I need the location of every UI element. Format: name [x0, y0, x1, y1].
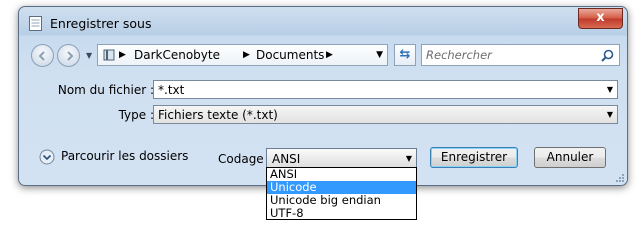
- close-button[interactable]: x: [578, 8, 623, 29]
- forward-button[interactable]: [57, 44, 80, 67]
- cancel-button[interactable]: Annuler: [534, 147, 606, 168]
- recent-pages-dropdown-icon[interactable]: ▼: [86, 51, 92, 60]
- breadcrumb-separator-icon[interactable]: ▶: [243, 50, 250, 60]
- back-arrow-icon: [38, 51, 45, 61]
- folder-icon: [103, 49, 115, 61]
- browse-folders-label[interactable]: Parcourir les dossiers: [61, 149, 188, 163]
- search-input[interactable]: [426, 47, 596, 63]
- back-button[interactable]: [31, 44, 54, 67]
- notepad-icon: [29, 16, 42, 31]
- breadcrumb-separator-icon[interactable]: ▶: [119, 50, 126, 60]
- file-type-select[interactable]: Fichiers texte (*.txt) ▼: [153, 105, 618, 124]
- save-button[interactable]: Enregistrer: [430, 147, 518, 168]
- encoding-option[interactable]: UTF-8: [267, 207, 416, 220]
- address-bar[interactable]: ▶ DarkCenobyte ▶ Documents ▶ ▼: [97, 44, 388, 66]
- chevron-down-icon[interactable]: ▼: [406, 154, 412, 163]
- dialog-title: Enregistrer sous: [50, 16, 152, 31]
- encoding-dropdown-list: ANSI Unicode Unicode big endian UTF-8: [266, 167, 417, 220]
- file-fields: Nom du fichier : *.txt ▼ Type : Fichiers…: [26, 74, 620, 132]
- resize-grip-icon[interactable]: [614, 172, 624, 182]
- encoding-label: Codage :: [218, 152, 272, 166]
- search-box[interactable]: [421, 44, 620, 66]
- chevron-down-icon[interactable]: ▼: [607, 85, 613, 94]
- forward-arrow-icon: [67, 51, 74, 61]
- file-type-value[interactable]: Fichiers texte (*.txt): [158, 108, 278, 122]
- breadcrumb-item[interactable]: Documents: [256, 48, 324, 62]
- refresh-button[interactable]: ⇆: [394, 44, 416, 66]
- expand-folders-button[interactable]: [39, 149, 55, 165]
- search-icon[interactable]: [601, 49, 614, 62]
- refresh-icon: ⇆: [399, 47, 411, 62]
- save-as-dialog: Enregistrer sous x ▼ ▶ DarkCenobyte ▶ Do…: [18, 6, 628, 186]
- chevron-down-icon[interactable]: ▼: [607, 110, 613, 119]
- filename-label: Nom du fichier :: [57, 83, 154, 97]
- breadcrumb-separator-icon[interactable]: ▶: [326, 50, 333, 60]
- breadcrumb-item[interactable]: DarkCenobyte: [134, 48, 220, 62]
- filename-input[interactable]: *.txt ▼: [153, 80, 618, 99]
- type-label: Type :: [118, 108, 154, 122]
- filename-value[interactable]: *.txt: [158, 83, 184, 97]
- encoding-select[interactable]: ANSI ▼: [266, 148, 417, 169]
- address-dropdown-icon[interactable]: ▼: [376, 50, 383, 60]
- encoding-value[interactable]: ANSI: [272, 152, 300, 166]
